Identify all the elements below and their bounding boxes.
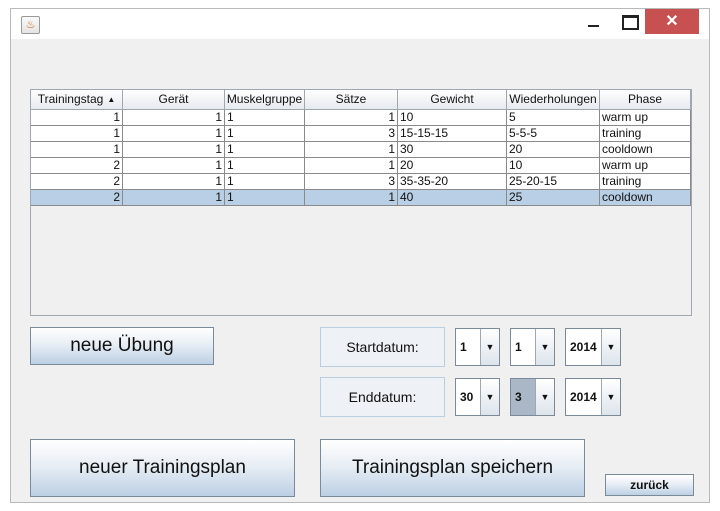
startdatum-label: Startdatum:: [320, 327, 445, 367]
sort-ascending-icon: ▲: [107, 95, 116, 104]
table-cell-trainingstag[interactable]: 1: [31, 142, 123, 158]
column-header-muskelgruppe[interactable]: Muskelgruppe: [225, 90, 305, 110]
table-cell-wiederholungen[interactable]: 25-20-15: [507, 174, 600, 190]
table-cell-geraet[interactable]: 1: [123, 174, 225, 190]
start-month-value: 1: [515, 340, 522, 354]
column-header-gewicht[interactable]: Gewicht: [398, 90, 507, 110]
maximize-icon: [622, 15, 639, 30]
table-cell-phase[interactable]: cooldown: [600, 142, 691, 158]
table-cell-phase[interactable]: warm up: [600, 110, 691, 126]
column-header-label: Gerät: [158, 92, 189, 106]
table-cell-gewicht[interactable]: 40: [398, 190, 507, 206]
table-cell-gewicht[interactable]: 20: [398, 158, 507, 174]
table-cell-wiederholungen[interactable]: 5-5-5: [507, 126, 600, 142]
table-cell-muskelgruppe[interactable]: 1: [225, 110, 305, 126]
table-cell-gewicht[interactable]: 30: [398, 142, 507, 158]
application-window: ♨ ✕ Trainingstag ▲ Gerät Muskelgruppe Sätze G…: [10, 8, 710, 503]
column-header-wiederholungen[interactable]: Wiederholungen: [507, 90, 600, 110]
column-header-label: Gewicht: [430, 92, 474, 106]
table-cell-phase[interactable]: cooldown: [600, 190, 691, 206]
table-cell-gewicht[interactable]: 35-35-20: [398, 174, 507, 190]
table-cell-trainingstag[interactable]: 2: [31, 174, 123, 190]
table-cell-saetze[interactable]: 3: [305, 126, 398, 142]
title-bar[interactable]: ♨ ✕: [11, 9, 709, 39]
table-cell-geraet[interactable]: 1: [123, 126, 225, 142]
column-header-geraet[interactable]: Gerät: [123, 90, 225, 110]
chevron-down-icon: ▼: [480, 329, 499, 365]
table-cell-wiederholungen[interactable]: 5: [507, 110, 600, 126]
table-row[interactable]: 1 1 1 1 10 5 warm up: [31, 110, 691, 126]
start-month-select[interactable]: 1 ▼: [510, 328, 555, 366]
table-cell-trainingstag[interactable]: 1: [31, 126, 123, 142]
start-day-select[interactable]: 1 ▼: [455, 328, 500, 366]
column-header-label: Muskelgruppe: [226, 92, 303, 106]
table-cell-phase[interactable]: training: [600, 174, 691, 190]
close-button[interactable]: ✕: [645, 9, 699, 34]
minimize-button[interactable]: [579, 9, 607, 34]
column-header-label: Wiederholungen: [509, 92, 597, 106]
neuer-trainingsplan-button[interactable]: neuer Trainingsplan: [30, 439, 295, 497]
chevron-down-icon: ▼: [601, 379, 620, 415]
chevron-down-icon: ▼: [535, 329, 554, 365]
column-header-label: Sätze: [335, 92, 367, 106]
column-header-phase[interactable]: Phase: [600, 90, 691, 110]
table-header: Trainingstag ▲ Gerät Muskelgruppe Sätze Gewic…: [31, 90, 691, 110]
table-cell-saetze[interactable]: 3: [305, 174, 398, 190]
table-row[interactable]: 1 1 1 1 30 20 cooldown: [31, 142, 691, 158]
table-row[interactable]: 2 1 1 1 40 25 cooldown: [31, 190, 691, 206]
trainingsplan-speichern-button[interactable]: Trainingsplan speichern: [320, 439, 585, 497]
column-header-saetze[interactable]: Sätze: [305, 90, 398, 110]
table-cell-muskelgruppe[interactable]: 1: [225, 126, 305, 142]
start-year-value: 2014: [570, 340, 597, 354]
table-cell-wiederholungen[interactable]: 20: [507, 142, 600, 158]
table-cell-geraet[interactable]: 1: [123, 142, 225, 158]
neue-uebung-button[interactable]: neue Übung: [30, 327, 214, 365]
enddatum-label: Enddatum:: [320, 377, 445, 417]
chevron-down-icon: ▼: [480, 379, 499, 415]
end-year-value: 2014: [570, 390, 597, 404]
close-icon: ✕: [665, 13, 679, 30]
table-row[interactable]: 2 1 1 1 20 10 warm up: [31, 158, 691, 174]
table-cell-wiederholungen[interactable]: 25: [507, 190, 600, 206]
table-cell-muskelgruppe[interactable]: 1: [225, 142, 305, 158]
maximize-button[interactable]: [615, 9, 643, 34]
chevron-down-icon: ▼: [535, 379, 554, 415]
table-row[interactable]: 2 1 1 3 35-35-20 25-20-15 training: [31, 174, 691, 190]
table-cell-muskelgruppe[interactable]: 1: [225, 174, 305, 190]
column-header-label: Trainingstag: [37, 92, 104, 106]
table-cell-wiederholungen[interactable]: 10: [507, 158, 600, 174]
table-cell-gewicht[interactable]: 10: [398, 110, 507, 126]
end-month-value: 3: [511, 379, 537, 415]
end-day-select[interactable]: 30 ▼: [455, 378, 500, 416]
table-cell-gewicht[interactable]: 15-15-15: [398, 126, 507, 142]
table-cell-saetze[interactable]: 1: [305, 142, 398, 158]
table-cell-saetze[interactable]: 1: [305, 190, 398, 206]
zurueck-button[interactable]: zurück: [605, 474, 694, 496]
table-cell-phase[interactable]: warm up: [600, 158, 691, 174]
table-row[interactable]: 1 1 1 3 15-15-15 5-5-5 training: [31, 126, 691, 142]
chevron-down-icon: ▼: [601, 329, 620, 365]
end-year-select[interactable]: 2014 ▼: [565, 378, 621, 416]
training-table[interactable]: Trainingstag ▲ Gerät Muskelgruppe Sätze Gewic…: [30, 89, 692, 316]
java-coffee-cup-icon: ♨: [21, 16, 40, 34]
table-cell-geraet[interactable]: 1: [123, 110, 225, 126]
column-header-label: Phase: [627, 92, 663, 106]
table-cell-muskelgruppe[interactable]: 1: [225, 158, 305, 174]
table-cell-saetze[interactable]: 1: [305, 110, 398, 126]
table-cell-phase[interactable]: training: [600, 126, 691, 142]
minimize-icon: [588, 25, 599, 27]
column-header-trainingstag[interactable]: Trainingstag ▲: [31, 90, 123, 110]
table-cell-muskelgruppe[interactable]: 1: [225, 190, 305, 206]
table-cell-saetze[interactable]: 1: [305, 158, 398, 174]
end-day-value: 30: [460, 390, 474, 404]
table-cell-geraet[interactable]: 1: [123, 190, 225, 206]
end-month-select[interactable]: 3 ▼: [510, 378, 555, 416]
table-cell-trainingstag[interactable]: 2: [31, 158, 123, 174]
table-cell-geraet[interactable]: 1: [123, 158, 225, 174]
start-year-select[interactable]: 2014 ▼: [565, 328, 621, 366]
table-cell-trainingstag[interactable]: 1: [31, 110, 123, 126]
table-cell-trainingstag[interactable]: 2: [31, 190, 123, 206]
start-day-value: 1: [460, 340, 467, 354]
